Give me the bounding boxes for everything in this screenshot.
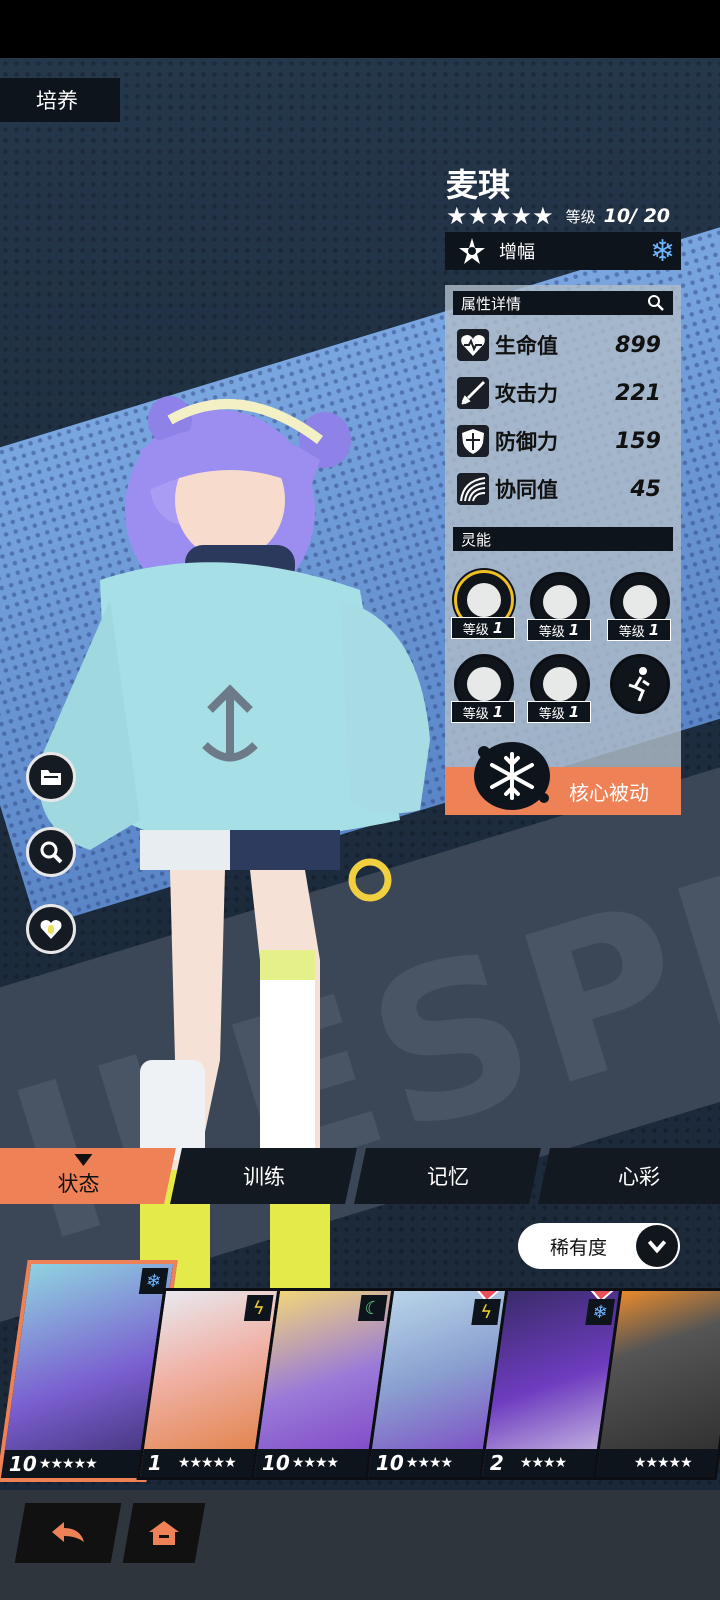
stat-label: 协同值 (495, 478, 558, 502)
fish-icon (467, 583, 501, 617)
amplify-type-bar: 增幅 ❄ (445, 232, 681, 270)
card-footer: 10 ★★★★ (367, 1449, 484, 1477)
character-name: 麦琪 (446, 166, 511, 204)
heart-badge-icon (40, 920, 62, 939)
tab-heart-color[interactable]: 心彩 (538, 1148, 720, 1204)
skill-slot-locked[interactable] (610, 654, 670, 714)
psi-title: 灵能 (461, 530, 492, 549)
tab-memory[interactable]: 记忆 (354, 1148, 541, 1204)
chevron-down-icon (636, 1225, 678, 1267)
skill-level-badge: 等级 1 (607, 619, 671, 641)
home-icon (149, 1521, 179, 1545)
stat-label: 防御力 (495, 430, 558, 454)
inspect-button[interactable] (26, 827, 76, 877)
core-passive-label: 核心被动 (569, 780, 649, 805)
card-footer: 1 ★★★★★ (139, 1449, 256, 1477)
heart-icon (457, 329, 489, 361)
skill-slot-anchor[interactable]: 等级 1 (527, 654, 591, 723)
skill-level-badge: 等级 1 (451, 617, 515, 639)
tab-status[interactable]: 状态 (0, 1148, 176, 1204)
stat-row-synergy: 协同值 45 (457, 471, 671, 507)
stat-row-hp: 生命值 899 (457, 327, 671, 363)
character-rank-row: ★★★★★ 等级 10/ 20 (446, 202, 686, 230)
skill-slot-popsicle[interactable]: 等级 1 (527, 572, 591, 641)
thunder-element-icon: ϟ (471, 1299, 501, 1325)
amplify-label: 增幅 (499, 242, 535, 263)
wind-element-icon: ☾ (357, 1295, 388, 1321)
sort-label: 稀有度 (550, 1236, 608, 1259)
folder-icon (41, 770, 61, 785)
skill-level-badge: 等级 1 (527, 619, 591, 641)
snowflake-core-icon (474, 742, 550, 810)
amplify-icon (459, 238, 485, 264)
stat-row-defense: 防御力 159 (457, 423, 671, 459)
character-stars: ★★★★★ (446, 202, 554, 230)
anchor-icon (543, 667, 577, 701)
ice-element-icon: ❄ (649, 234, 675, 269)
shield-icon (457, 425, 489, 457)
attribute-details-title: 属性详情 (461, 294, 522, 313)
card-footer: 10 ★★★★★ (0, 1450, 147, 1478)
stat-value: 221 (615, 380, 661, 406)
stat-row-attack: 攻击力 221 (457, 375, 671, 411)
stat-label: 攻击力 (495, 382, 558, 406)
thunder-element-icon: ϟ (243, 1295, 274, 1321)
synergy-icon (457, 473, 489, 505)
running-figure-icon (628, 667, 650, 702)
skill-level-badge: 等级 1 (451, 701, 515, 723)
ice-element-icon: ❄ (585, 1299, 615, 1325)
search-icon (648, 295, 664, 311)
card-footer: 2 ★★★★ (481, 1449, 598, 1477)
popsicle-icon (543, 585, 577, 619)
home-button[interactable] (122, 1503, 206, 1563)
psi-section-header: 灵能 (453, 527, 673, 551)
splash-icon (467, 667, 501, 701)
affinity-button[interactable] (26, 904, 76, 954)
active-tab-indicator-icon (74, 1154, 93, 1166)
stat-label: 生命值 (495, 334, 558, 358)
skill-slot-fish[interactable]: 等级 1 (451, 570, 515, 639)
page-breadcrumb: 培养 (0, 78, 120, 122)
back-arrow-icon (52, 1522, 84, 1542)
magnifier-icon (40, 841, 63, 864)
attribute-details-header[interactable]: 属性详情 (453, 291, 673, 315)
archive-button[interactable] (26, 752, 76, 802)
tab-training[interactable]: 训练 (170, 1148, 357, 1204)
back-button[interactable] (14, 1503, 122, 1563)
skill-level-badge: 等级 1 (527, 701, 591, 723)
skill-slot-gear[interactable]: 等级 1 (607, 572, 671, 641)
level-value: 10/ 20 (603, 205, 671, 227)
stat-value: 159 (615, 428, 661, 454)
tab-bar: 状态 训练 记忆 心彩 (0, 1148, 720, 1204)
level-label: 等级 (565, 207, 596, 226)
card-footer: ★★★★★ (595, 1449, 718, 1477)
skill-slot-splash[interactable]: 等级 1 (451, 654, 515, 723)
stat-value: 45 (630, 476, 661, 502)
gear-can-icon (623, 585, 657, 619)
sort-rarity-dropdown[interactable]: 稀有度 (518, 1223, 680, 1269)
sword-icon (457, 377, 489, 409)
card-footer: 10 ★★★★ (253, 1449, 370, 1477)
stat-value: 899 (615, 332, 661, 358)
